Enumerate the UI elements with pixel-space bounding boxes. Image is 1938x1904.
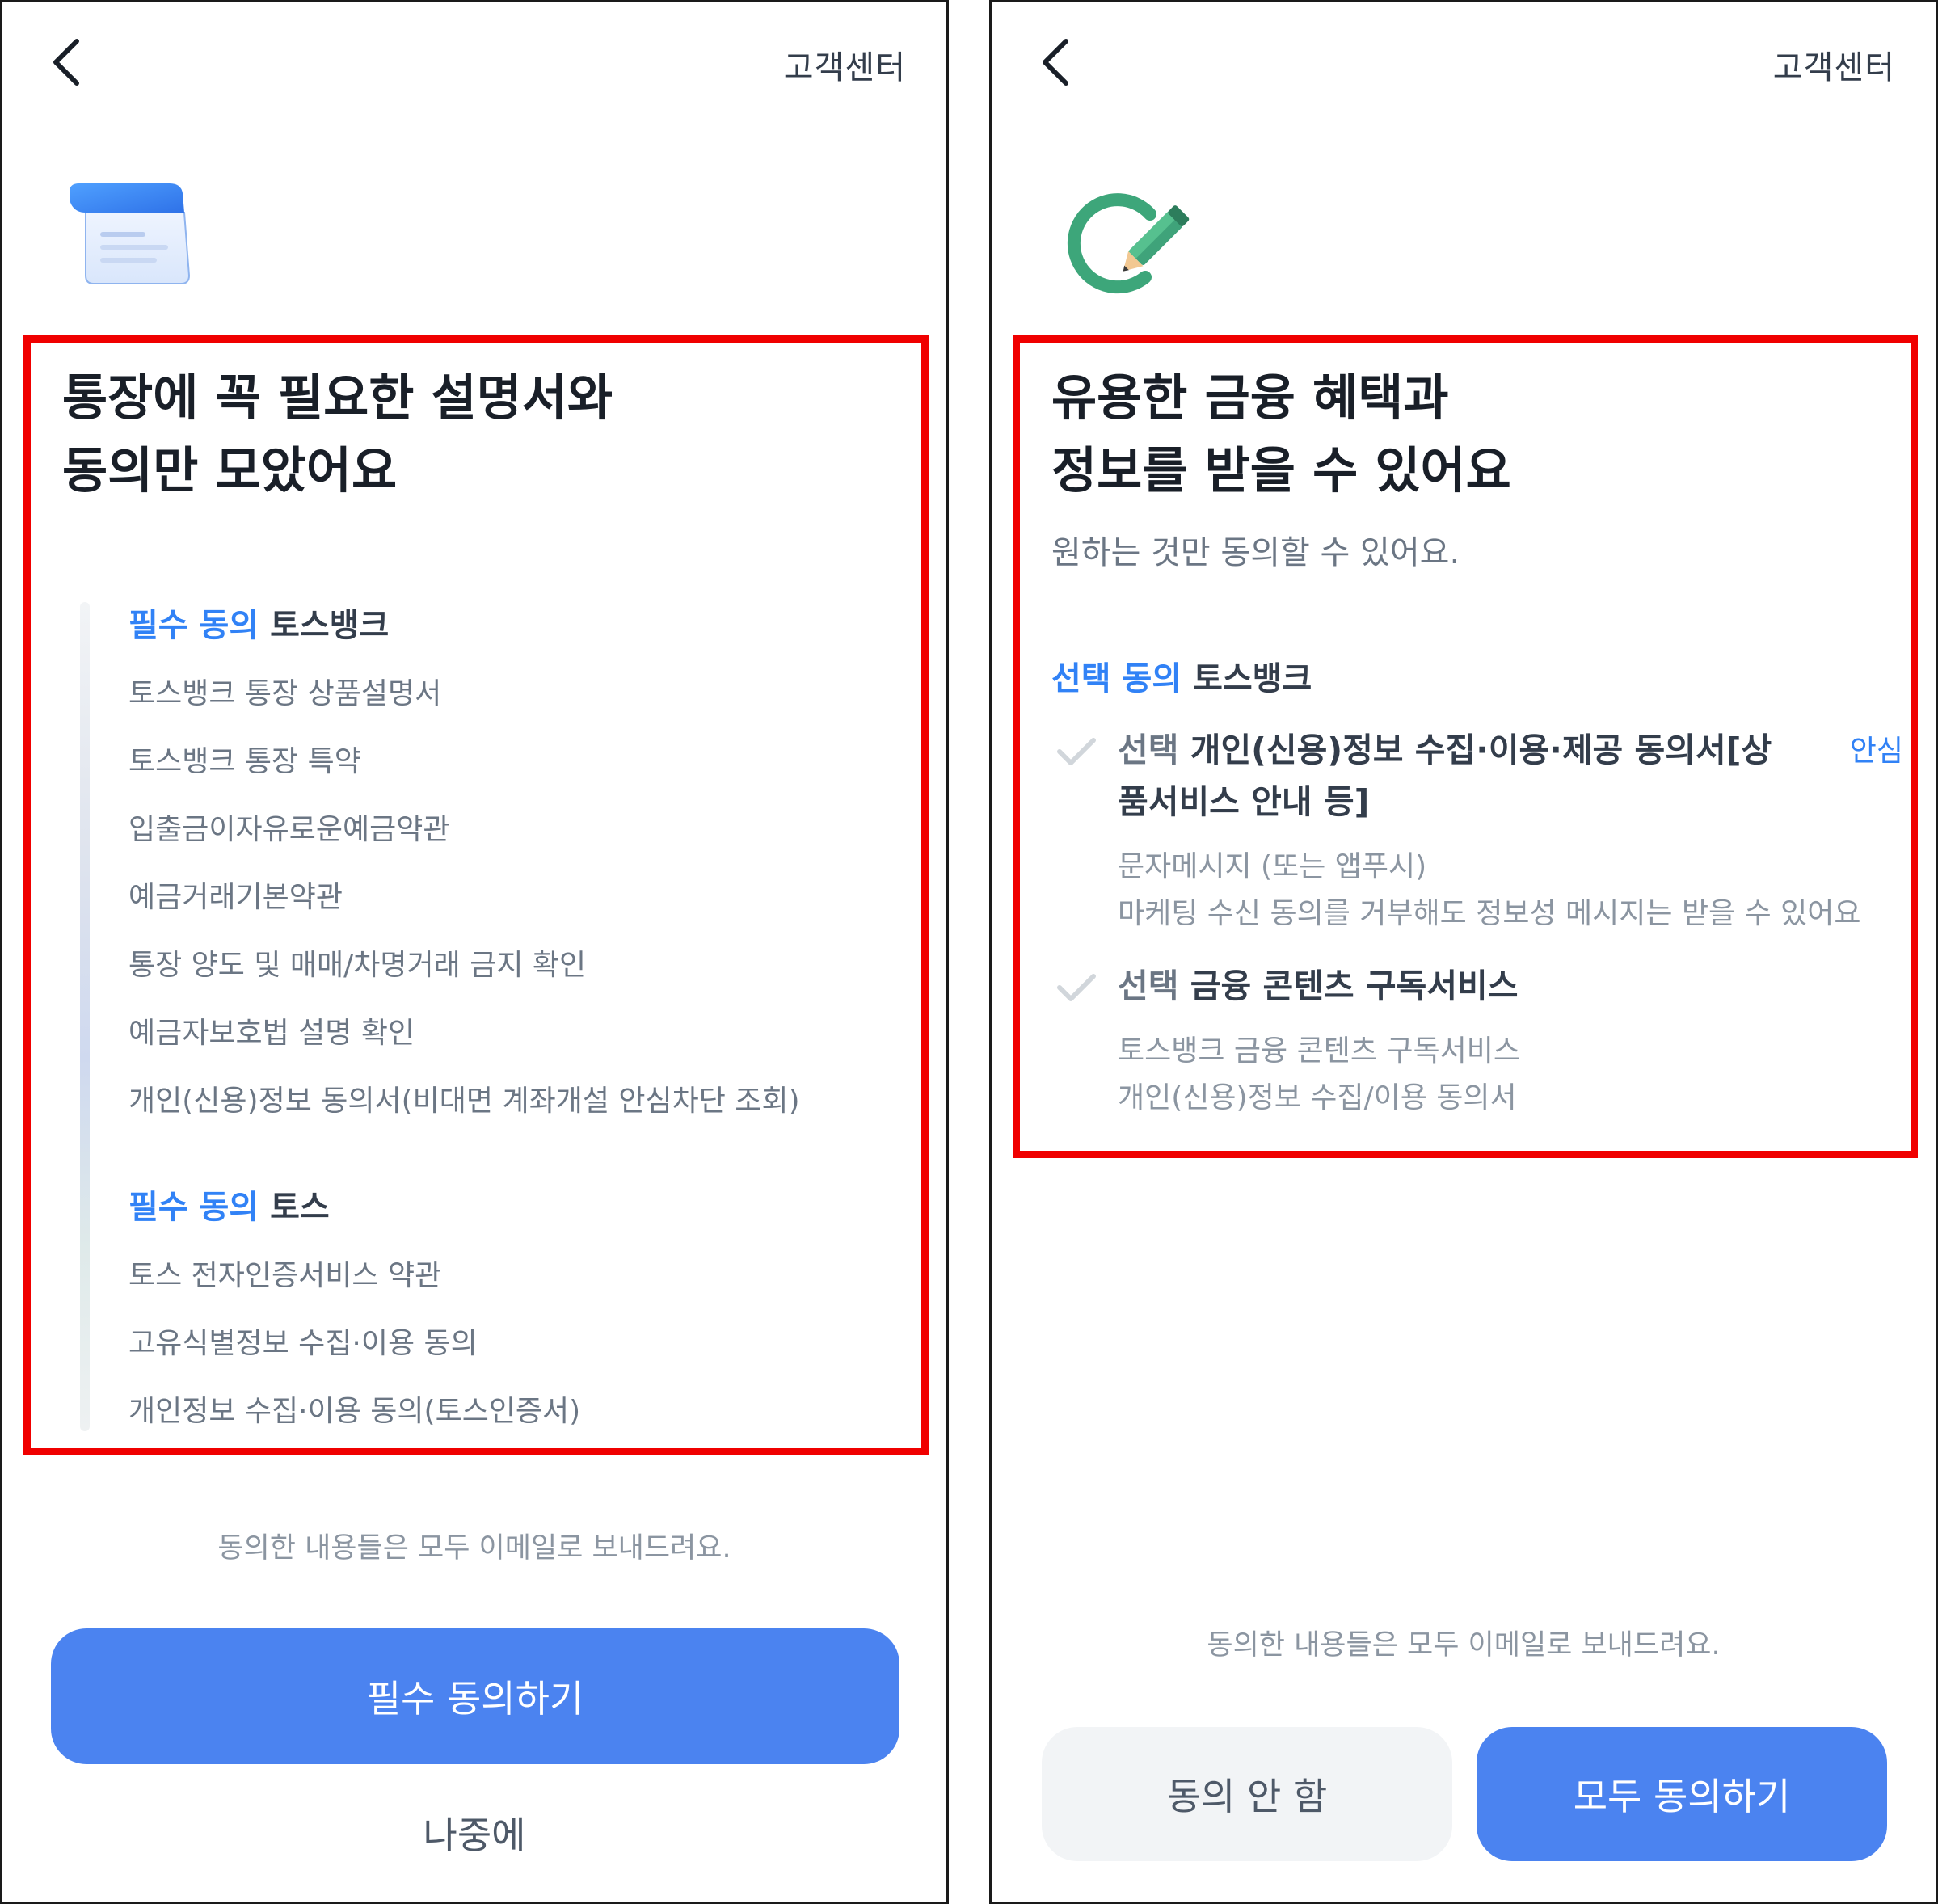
agreement-item[interactable]: 토스 전자인증서비스 약관 <box>128 1252 441 1294</box>
provider-name: 토스뱅크 <box>270 607 390 644</box>
later-button[interactable]: 나중에 <box>2 1806 946 1860</box>
document-icon <box>63 180 200 297</box>
option-item: 선택 금융 콘텐츠 구독서비스 토스뱅크 금융 콘텐츠 구독서비스 개인(신용)… <box>1053 960 1903 1122</box>
page-subtitle: 원하는 것만 동의할 수 있어요. <box>1051 534 1460 571</box>
customer-center-link[interactable]: 고객센터 <box>1773 41 1895 88</box>
agree-all-button[interactable]: 모두 동의하기 <box>1477 1727 1887 1861</box>
section-title-tossbank: 선택 동의 토스뱅크 <box>1051 652 1312 699</box>
agreement-item[interactable]: 토스뱅크 통장 특약 <box>128 738 361 780</box>
optional-tag: 선택 동의 <box>1051 660 1182 697</box>
option-label[interactable]: 선택 금융 콘텐츠 구독서비스 <box>1118 960 1518 1012</box>
required-tag: 필수 동의 <box>128 1189 259 1226</box>
agreement-item[interactable]: 토스뱅크 통장 상품설명서 <box>128 670 441 712</box>
agreement-item[interactable]: 개인(신용)정보 동의서(비대면 계좌개설 안심차단 조회) <box>128 1077 800 1119</box>
email-notice: 동의한 내용들은 모두 이메일로 보내드려요. <box>1207 1629 1721 1662</box>
provider-name: 토스뱅크 <box>1193 660 1312 697</box>
required-consent-screen: 고객센터 통장에 꼭 필요한 설명서와 동의만 모았어요 필수 동의 토스뱅크 <box>0 0 949 1904</box>
checkmark-icon[interactable] <box>1053 731 1102 771</box>
option-item: 선택 개인(신용)정보 수집·이용·제공 동의서[상 품서비스 안내 등] 안심… <box>1053 724 1903 950</box>
back-button[interactable] <box>1032 33 1077 90</box>
customer-center-link[interactable]: 고객센터 <box>784 41 906 88</box>
option-label[interactable]: 선택 개인(신용)정보 수집·이용·제공 동의서[상 품서비스 안내 등] <box>1118 724 1772 828</box>
agreement-item[interactable]: 예금거래기본약관 <box>128 874 343 916</box>
section-title-toss: 필수 동의 토스 <box>128 1181 330 1228</box>
optional-consent-screen: 고객센터 유용한 금융 혜택과 정보를 받을 수 있어요 원하는 것만 동의할 … <box>989 0 1938 1904</box>
provider-name: 토스 <box>270 1189 330 1226</box>
checkmark-icon[interactable] <box>1053 967 1102 1007</box>
agreement-item[interactable]: 입출금이자유로운예금약관 <box>128 806 449 848</box>
required-tag: 필수 동의 <box>128 607 259 644</box>
required-agree-button[interactable]: 필수 동의하기 <box>51 1628 899 1764</box>
option-description: 토스뱅크 금융 콘텐츠 구독서비스 개인(신용)정보 수집/이용 동의서 <box>1118 1034 1521 1114</box>
agreement-item[interactable]: 개인정보 수집·이용 동의(토스인증서) <box>128 1388 580 1430</box>
option-description: 문자메시지 (또는 앱푸시) 마케팅 수신 동의를 거부해도 정보성 메시지는 … <box>1118 850 1861 930</box>
back-chevron-icon <box>1043 39 1068 86</box>
back-chevron-icon <box>53 39 79 86</box>
agreement-item[interactable]: 예금자보호법 설명 확인 <box>128 1009 415 1051</box>
email-notice: 동의한 내용들은 모두 이메일로 보내드려요. <box>217 1532 731 1565</box>
decline-button[interactable]: 동의 안 함 <box>1042 1727 1452 1861</box>
section-title-tossbank: 필수 동의 토스뱅크 <box>128 599 389 646</box>
page-title: 통장에 꼭 필요한 설명서와 동의만 모았어요 <box>62 369 613 499</box>
timeline-bar <box>80 602 90 1431</box>
pencil-circle-icon <box>1055 187 1200 311</box>
agreement-item[interactable]: 고유식별정보 수집·이용 동의 <box>128 1320 478 1362</box>
optional-tag: 선택 <box>1118 731 1179 769</box>
safe-badge[interactable]: 안심 <box>1850 727 1903 769</box>
optional-tag: 선택 <box>1118 967 1179 1005</box>
agreement-item[interactable]: 통장 양도 및 매매/차명거래 금지 확인 <box>128 941 586 984</box>
page-title: 유용한 금융 혜택과 정보를 받을 수 있어요 <box>1051 369 1511 499</box>
back-button[interactable] <box>43 33 88 90</box>
